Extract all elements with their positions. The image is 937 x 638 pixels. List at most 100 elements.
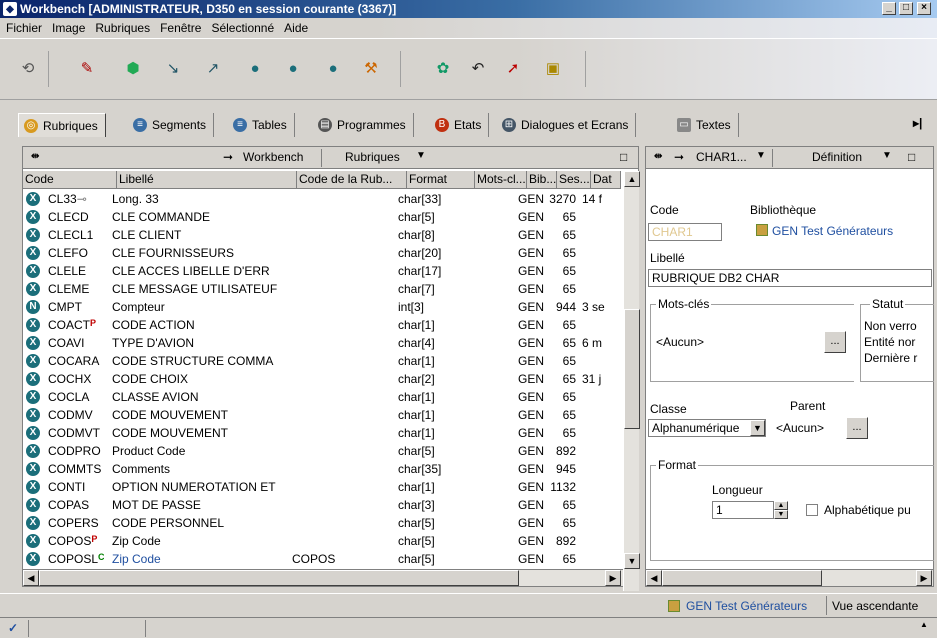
table-row[interactable]: X COCHX CODE CHOIX char[2] GEN 65 31 j (23, 370, 621, 388)
table-row[interactable]: N CMPT Compteur int[3] GEN 944 3 se (23, 298, 621, 316)
pin-icon[interactable]: ✎ (74, 55, 100, 81)
refresh-icon[interactable]: ⟲ (15, 55, 41, 81)
ball-arrow-icon[interactable]: ● (320, 55, 346, 81)
bibliotheque-link[interactable]: GEN Test Générateurs (772, 224, 893, 238)
table-row[interactable]: X CODMV CODE MOUVEMENT char[1] GEN 65 (23, 406, 621, 424)
table-row[interactable]: X COPAS MOT DE PASSE char[3] GEN 65 (23, 496, 621, 514)
document-icon[interactable]: ▣ (540, 55, 566, 81)
tools-icon[interactable]: ⚒ (358, 55, 384, 81)
code-field[interactable]: CHAR1 (648, 223, 722, 241)
table-row[interactable]: X COPERS CODE PERSONNEL char[5] GEN 65 (23, 514, 621, 532)
status-library[interactable]: GEN Test Générateurs (686, 599, 807, 613)
table-row[interactable]: X COCARA CODE STRUCTURE COMMA char[1] GEN 65 (23, 352, 621, 370)
table-row[interactable]: X COACTP CODE ACTION char[1] GEN 65 (23, 316, 621, 334)
menu-aide[interactable]: Aide (284, 21, 308, 35)
scroll-right-icon[interactable]: ▶ (605, 570, 621, 586)
tabs-scroll-right-icon[interactable]: ▸| (913, 116, 922, 130)
horizontal-scrollbar[interactable]: ◀ ▶ (23, 569, 623, 586)
collapse-icon[interactable]: ⇹ (31, 151, 39, 162)
ball-icon[interactable]: ● (242, 55, 268, 81)
tab-programmes[interactable]: ▤ Programmes (313, 113, 414, 137)
arrow-icon[interactable]: ↘ (160, 55, 186, 81)
horizontal-scrollbar[interactable]: ◀ ▶ (646, 569, 933, 586)
tab-dialogues[interactable]: ⊞ Dialogues et Ecrans (497, 113, 637, 137)
column-libelle[interactable]: Libellé (117, 171, 297, 188)
table-row[interactable]: X CL33⊸ Long. 33 char[33] GEN 3270 14 f (23, 190, 621, 208)
scroll-left-icon[interactable]: ◀ (646, 570, 662, 586)
libelle-field[interactable]: RUBRIQUE DB2 CHAR (648, 269, 932, 287)
nav-definition-dropdown[interactable]: Définition (812, 150, 862, 164)
cell-bibliotheque: GEN (518, 372, 545, 386)
nav-workbench[interactable]: Workbench (243, 150, 303, 164)
column-mots-cles[interactable]: Mots-cl... (475, 171, 527, 188)
scroll-right-icon[interactable]: ▶ (916, 570, 932, 586)
table-row[interactable]: X CODPRO Product Code char[5] GEN 892 (23, 442, 621, 460)
longueur-field[interactable]: 1 (712, 501, 774, 519)
code-text: CLEME (48, 282, 90, 296)
table-row[interactable]: X CLECL1 CLE CLIENT char[8] GEN 65 (23, 226, 621, 244)
column-code-rubrique[interactable]: Code de la Rub... (297, 171, 407, 188)
maximize-panel-icon[interactable]: □ (908, 150, 915, 164)
table-row[interactable]: X COPOSLC Zip Code COPOS char[5] GEN 65 (23, 550, 621, 568)
hscroll-thumb[interactable] (39, 570, 519, 586)
spin-down-icon[interactable]: ▼ (774, 510, 788, 519)
table-row[interactable]: X CODMVT CODE MOUVEMENT char[1] GEN 65 (23, 424, 621, 442)
scroll-left-icon[interactable]: ◀ (23, 570, 39, 586)
definition-panel-header: ⇹ ➞ CHAR1... ▼ Définition ▼ □ (646, 147, 933, 169)
chevron-down-icon[interactable]: ▼ (750, 420, 765, 436)
menu-fenetre[interactable]: Fenêtre (160, 21, 201, 35)
mots-cles-browse-button[interactable]: ... (824, 331, 846, 353)
table-row[interactable]: X COCLA CLASSE AVION char[1] GEN 65 (23, 388, 621, 406)
cell-code: COPAS (40, 498, 104, 512)
chevron-down-icon[interactable]: ▼ (882, 150, 892, 161)
undo-icon[interactable]: ↶ (465, 55, 491, 81)
cycle-icon[interactable]: ✿ (430, 55, 456, 81)
arrow-alt-icon[interactable]: ↗ (200, 55, 226, 81)
column-code[interactable]: Code (23, 171, 117, 188)
tab-segments[interactable]: ≡ Segments (128, 113, 215, 137)
maximize-panel-icon[interactable]: □ (620, 150, 627, 164)
table-row[interactable]: X COAVI TYPE D'AVION char[4] GEN 65 6 m (23, 334, 621, 352)
classe-select[interactable]: Alphanumérique (648, 419, 766, 437)
cell-bibliotheque: GEN (518, 408, 545, 422)
table-row[interactable]: X CLECD CLE COMMANDE char[5] GEN 65 (23, 208, 621, 226)
collapse-icon[interactable]: ⇹ (654, 151, 662, 162)
column-session[interactable]: Ses... (557, 171, 591, 188)
hscroll-thumb[interactable] (662, 570, 822, 586)
tab-etats[interactable]: B Etats (430, 113, 490, 137)
nav-field-dropdown[interactable]: CHAR1... (696, 150, 747, 164)
close-button[interactable]: × (917, 2, 931, 15)
chevron-down-icon[interactable]: ▼ (416, 150, 426, 161)
menu-rubriques[interactable]: Rubriques (95, 21, 150, 35)
vertical-scrollbar[interactable]: ▲ ▼ (623, 171, 640, 591)
maximize-button[interactable]: □ (899, 2, 913, 15)
table-row[interactable]: X COMMTS Comments char[35] GEN 945 (23, 460, 621, 478)
tab-textes[interactable]: ▭ Textes (672, 113, 739, 137)
menu-fichier[interactable]: Fichier (6, 21, 42, 35)
launch-icon[interactable]: ➚ (500, 55, 526, 81)
table-row[interactable]: X COPOSP Zip Code char[5] GEN 892 (23, 532, 621, 550)
scroll-up-icon[interactable]: ▲ (624, 171, 640, 187)
table-row[interactable]: X CLELE CLE ACCES LIBELLE D'ERR char[17] GEN… (23, 262, 621, 280)
chevron-down-icon[interactable]: ▼ (756, 150, 766, 161)
scroll-up-icon[interactable]: ▲ (920, 620, 928, 629)
open-icon[interactable]: ⬢ (120, 55, 146, 81)
alphabetique-checkbox[interactable] (806, 504, 818, 516)
tab-rubriques[interactable]: ◎ Rubriques (18, 113, 106, 137)
menu-selectionne[interactable]: Sélectionné (211, 21, 274, 35)
scroll-thumb[interactable] (624, 309, 640, 429)
column-date[interactable]: Dat (591, 171, 621, 188)
column-bibliotheque[interactable]: Bib... (527, 171, 557, 188)
table-row[interactable]: X CONTI OPTION NUMEROTATION ET char[1] GEN 11… (23, 478, 621, 496)
menu-image[interactable]: Image (52, 21, 85, 35)
scroll-down-icon[interactable]: ▼ (624, 553, 640, 569)
nav-rubriques-dropdown[interactable]: Rubriques (345, 150, 400, 164)
spin-up-icon[interactable]: ▲ (774, 501, 788, 510)
ball-edit-icon[interactable]: ● (280, 55, 306, 81)
parent-browse-button[interactable]: ... (846, 417, 868, 439)
minimize-button[interactable]: _ (882, 2, 896, 15)
tab-tables[interactable]: ≡ Tables (228, 113, 295, 137)
table-row[interactable]: X CLEME CLE MESSAGE UTILISATEUF char[7] GEN 6… (23, 280, 621, 298)
table-row[interactable]: X CLEFO CLE FOURNISSEURS char[20] GEN 65 (23, 244, 621, 262)
column-format[interactable]: Format (407, 171, 475, 188)
